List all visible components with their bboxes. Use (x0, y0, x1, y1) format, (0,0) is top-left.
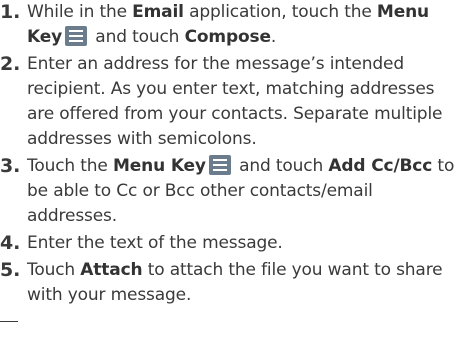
step-number: 1. (0, 1, 21, 23)
step-text: While in the (27, 2, 133, 22)
step-text: Touch the (27, 156, 113, 176)
attach-label: Attach (80, 260, 143, 280)
menu-key-icon (208, 155, 231, 175)
step-5: 5. Touch Attach to attach the file you w… (0, 258, 465, 308)
step-1: 1. While in the Email application, touch… (0, 0, 465, 50)
page-margin-rule (0, 321, 18, 322)
compose-label: Compose (184, 27, 271, 47)
step-text: application, touch the (183, 2, 377, 22)
step-2: 2. Enter an address for the message’s in… (0, 52, 465, 152)
app-name-email: Email (132, 2, 184, 22)
step-text: Touch (27, 260, 81, 280)
step-text: Enter the text of the message. (27, 233, 283, 253)
step-text: Enter an address for the message’s inten… (27, 54, 443, 149)
step-number: 2. (0, 53, 21, 75)
step-4: 4. Enter the text of the message. (0, 231, 465, 256)
add-cc-bcc-label: Add Cc/Bcc (328, 156, 433, 176)
step-text: and touch (90, 27, 185, 47)
step-number: 5. (0, 259, 21, 281)
step-text: . (270, 27, 277, 47)
menu-key-label: Menu Key (113, 156, 206, 176)
step-number: 3. (0, 155, 21, 177)
instruction-steps: 1. While in the Email application, touch… (0, 0, 465, 310)
step-3: 3. Touch the Menu Key and touch Add Cc/B… (0, 154, 465, 229)
step-number: 4. (0, 232, 21, 254)
menu-key-icon (65, 26, 88, 46)
step-text: and touch (233, 156, 329, 176)
